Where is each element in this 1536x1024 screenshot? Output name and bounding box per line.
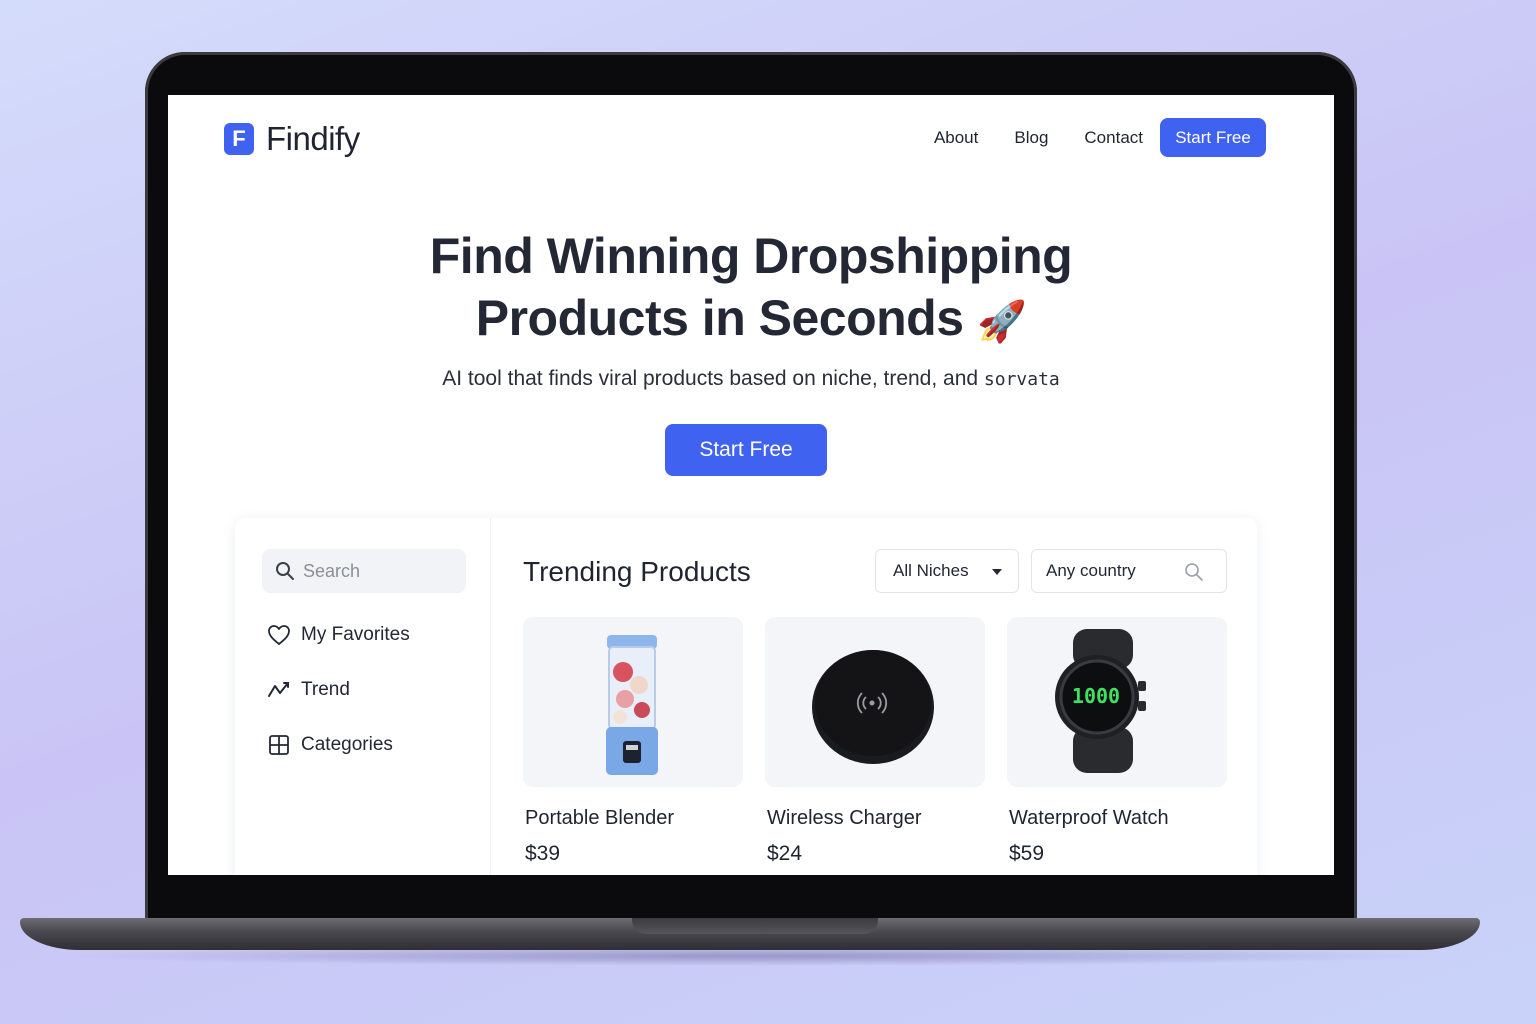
hero-start-free-button[interactable]: Start Free bbox=[665, 424, 827, 476]
brand-logo[interactable]: F Findify bbox=[224, 120, 360, 158]
top-nav: About Blog Contact Start Free bbox=[934, 118, 1266, 157]
nav-link-contact[interactable]: Contact bbox=[1084, 128, 1143, 148]
watch-image: 1000 bbox=[1007, 617, 1227, 787]
sidebar-item-categories[interactable]: Categories bbox=[267, 734, 393, 756]
nav-link-blog[interactable]: Blog bbox=[1014, 128, 1048, 148]
sidebar-item-trend[interactable]: Trend bbox=[267, 679, 350, 701]
product-card[interactable]: 1000 Waterproof Watch $59 bbox=[1007, 617, 1227, 866]
product-name: Wireless Charger bbox=[767, 807, 922, 829]
nav-link-about[interactable]: About bbox=[934, 128, 978, 148]
product-card[interactable]: Portable Blender $39 bbox=[523, 617, 743, 866]
sidebar: My Favorites Trend Categories bbox=[235, 518, 491, 875]
sidebar-item-label: My Favorites bbox=[301, 624, 410, 645]
sidebar-item-label: Trend bbox=[301, 679, 350, 700]
logo-icon: F bbox=[224, 123, 254, 155]
hero-title: Find Winning Dropshipping Products in Se… bbox=[168, 225, 1334, 353]
grid-icon bbox=[269, 735, 289, 755]
hero-title-line1: Find Winning Dropshipping bbox=[429, 228, 1073, 284]
brand-name: Findify bbox=[266, 120, 360, 157]
laptop-screen: F Findify About Blog Contact Start Free … bbox=[168, 95, 1334, 875]
hero-subtitle: AI tool that finds viral products based … bbox=[168, 367, 1334, 391]
app-preview-panel: My Favorites Trend Categories Trending bbox=[235, 518, 1257, 875]
nav-start-free-button[interactable]: Start Free bbox=[1160, 118, 1266, 157]
search-icon[interactable] bbox=[1184, 562, 1204, 582]
product-card[interactable]: Wireless Charger $24 bbox=[765, 617, 985, 866]
trend-icon bbox=[268, 682, 289, 697]
hero-subtitle-tail: sorvata bbox=[983, 369, 1060, 390]
niche-select-value: All Niches bbox=[893, 561, 969, 580]
niche-select[interactable]: All Niches bbox=[875, 549, 1019, 593]
country-filter[interactable] bbox=[1031, 549, 1227, 593]
product-price: $39 bbox=[525, 842, 561, 865]
product-name: Waterproof Watch bbox=[1009, 807, 1169, 829]
charger-image bbox=[765, 617, 985, 787]
search-icon bbox=[276, 562, 294, 580]
section-title: Trending Products bbox=[523, 556, 751, 587]
product-price: $59 bbox=[1009, 842, 1045, 865]
watch-display: 1000 bbox=[1072, 684, 1120, 708]
chevron-down-icon bbox=[992, 569, 1002, 575]
product-name: Portable Blender bbox=[525, 807, 674, 829]
sidebar-item-label: Categories bbox=[301, 734, 393, 755]
main-content: Trending Products All Niches Any country… bbox=[491, 518, 1257, 875]
laptop-notch bbox=[632, 918, 878, 934]
search-input[interactable] bbox=[303, 560, 453, 582]
heart-icon bbox=[268, 625, 290, 645]
product-price: $24 bbox=[767, 842, 803, 865]
hero-subtitle-text: AI tool that finds viral products based … bbox=[442, 367, 979, 390]
sidebar-search[interactable] bbox=[262, 549, 466, 593]
country-input[interactable] bbox=[1046, 561, 1176, 581]
rocket-icon: 🚀 bbox=[976, 300, 1027, 344]
sidebar-item-favorites[interactable]: My Favorites bbox=[267, 624, 410, 646]
hero-title-line2: Products in Seconds bbox=[475, 290, 964, 346]
blender-image bbox=[523, 617, 743, 787]
